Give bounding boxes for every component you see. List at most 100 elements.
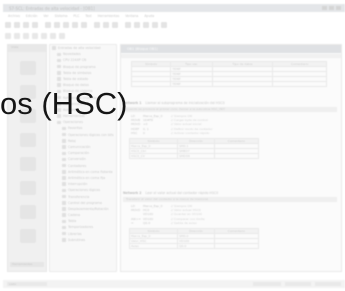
- table-cell[interactable]: [213, 152, 260, 159]
- tree-item-label: Novedades: [63, 52, 81, 57]
- tools-tab[interactable]: Herramientas: [10, 262, 44, 267]
- coil-icon[interactable]: [134, 22, 140, 28]
- code-line[interactable]: = Q0.0 // Salida de aviso: [123, 221, 337, 225]
- stl-code[interactable]: LD Marca_Esp_0// Siempre ON MOVD HC0// Valo…: [123, 204, 337, 225]
- network-icon[interactable]: [161, 22, 167, 28]
- overlay-caption: os (HSC): [0, 86, 128, 121]
- table-cell[interactable]: TEMP: [170, 81, 213, 87]
- cross-reference-icon[interactable]: [20, 181, 36, 195]
- data-block-icon[interactable]: [20, 133, 36, 147]
- folder-icon: [57, 58, 61, 63]
- compile-icon[interactable]: [103, 22, 109, 28]
- network-title[interactable]: Network 1 Llamar al subprograma de inicia…: [123, 101, 337, 106]
- table-header-row: Símbolo Dirección Comentario: [128, 227, 260, 234]
- tree-item-label: Librerías: [68, 231, 82, 236]
- replace-icon[interactable]: [41, 33, 47, 39]
- open-icon[interactable]: [14, 22, 20, 28]
- table-cell[interactable]: [272, 81, 327, 87]
- menu-item-help[interactable]: Ayuda: [144, 14, 154, 18]
- network-comment[interactable]: Transferir el valor del contador a la ma…: [123, 197, 337, 202]
- table-row[interactable]: HSC0_CV SMD38: [128, 152, 260, 159]
- table-row[interactable]: TEMP: [130, 81, 327, 87]
- program-block-icon[interactable]: [20, 61, 36, 75]
- tree-item-label: Contadores: [68, 163, 87, 168]
- print-icon[interactable]: [32, 22, 38, 28]
- folder-icon: [62, 139, 66, 143]
- network: Network 2 Leer el valor actual del contad…: [123, 191, 337, 249]
- table-cell[interactable]: [130, 81, 172, 87]
- menu-item-system[interactable]: Sistema: [55, 14, 68, 18]
- forward-icon[interactable]: [14, 33, 20, 39]
- bookmark-icon[interactable]: [59, 33, 65, 39]
- folder-icon: [57, 77, 61, 81]
- download-icon[interactable]: [81, 22, 87, 28]
- undo-icon[interactable]: [72, 22, 78, 28]
- instruction: HSC: [131, 130, 138, 135]
- stl-code[interactable]: LD Marca_Esp_0// Siempre ON MOVB 16#F8// Ca…: [123, 114, 337, 135]
- editor-tab-title: OB1 (Bloque OB1): [127, 47, 158, 51]
- minimize-icon[interactable]: [322, 6, 327, 10]
- network-title-text: Llamar al subprograma de inicialización …: [145, 101, 225, 105]
- tree-item-label: Bloque de programa: [63, 64, 96, 69]
- table-cell[interactable]: [211, 81, 274, 87]
- copy-icon[interactable]: [54, 22, 60, 28]
- tree-item-label: Comparación: [68, 151, 90, 156]
- menu-item-view[interactable]: Ver: [43, 14, 48, 18]
- table-cell[interactable]: Q0.0: [177, 242, 215, 249]
- menu-item-test[interactable]: Test: [85, 14, 91, 18]
- folder-icon: [62, 213, 66, 217]
- line-comment: // Activar contador rápido: [171, 130, 210, 135]
- navigation-bar: Vista Herramientas: [7, 44, 47, 272]
- tree-item-label: Entradas de alta velocidad: [58, 46, 101, 50]
- folder-icon: [52, 46, 56, 50]
- folder-icon: [62, 182, 66, 186]
- menu-item-edit[interactable]: Edición: [26, 14, 38, 18]
- tree-item[interactable]: Subrutinas: [50, 237, 116, 243]
- status-segment: Listo: [7, 281, 47, 286]
- variable-table: Símbolo Tipo var. Tipo de datos Comentario T…: [130, 61, 327, 87]
- table-header-row: Símbolo Dirección Comentario: [128, 137, 260, 144]
- menu-item-file[interactable]: Archivo: [8, 14, 20, 18]
- tree-item-label: Desplazamiento/Rotación: [68, 206, 109, 211]
- menu-item-plc[interactable]: PLC: [73, 14, 79, 18]
- back-icon[interactable]: [5, 33, 11, 39]
- new-icon[interactable]: [5, 22, 11, 28]
- navigation-bar-header: Vista: [8, 45, 46, 52]
- folder-icon: [62, 225, 66, 230]
- close-icon[interactable]: [336, 6, 341, 10]
- code-line[interactable]: HSC 0 // Activar contador rápido: [123, 131, 337, 135]
- tree-item-label: Tabla de símbolos: [63, 70, 92, 75]
- box-icon[interactable]: [143, 22, 149, 28]
- cut-icon[interactable]: [45, 22, 51, 28]
- table-cell[interactable]: HSC0_CV: [128, 152, 179, 159]
- upload-icon[interactable]: [94, 22, 100, 28]
- zoom-icon[interactable]: [23, 33, 29, 39]
- monitor-icon[interactable]: [112, 22, 118, 28]
- menu-item-tools[interactable]: Herramientas: [98, 14, 120, 18]
- communications-icon[interactable]: [20, 205, 36, 219]
- status-segment: [253, 281, 281, 286]
- network-comment[interactable]: Cuando se produce el primer ciclo, llama…: [123, 107, 337, 112]
- menu-item-window[interactable]: Ventana: [125, 14, 138, 18]
- set-pg-pc-icon[interactable]: [20, 229, 36, 243]
- find-icon[interactable]: [32, 33, 38, 39]
- network-title[interactable]: Network 2 Leer el valor actual del contad…: [123, 191, 337, 196]
- folder-icon: [62, 132, 66, 137]
- line-comment: // Salida de aviso: [171, 220, 197, 225]
- window-title: S7-SCL: Entradas de alta velocidad - [OB…: [9, 6, 95, 11]
- goto-icon[interactable]: [50, 33, 56, 39]
- table-cell[interactable]: Aviso: [128, 242, 179, 249]
- table-cell[interactable]: [213, 242, 260, 249]
- maximize-icon[interactable]: [329, 6, 334, 10]
- table-cell[interactable]: SMD38: [177, 152, 215, 159]
- network: Network 1 Llamar al subprograma de inicia…: [123, 101, 337, 159]
- table-row[interactable]: Aviso Q0.0: [128, 242, 260, 249]
- contact-icon[interactable]: [125, 22, 131, 28]
- folder-icon: [62, 151, 66, 156]
- paste-icon[interactable]: [63, 22, 69, 28]
- system-block-icon[interactable]: [20, 157, 36, 171]
- save-icon[interactable]: [23, 22, 29, 28]
- editor-tab[interactable]: OB1 (Bloque OB1): [121, 45, 341, 53]
- tree-item-label: Operaciones lógicas con bits: [68, 132, 114, 137]
- jump-icon[interactable]: [152, 22, 158, 28]
